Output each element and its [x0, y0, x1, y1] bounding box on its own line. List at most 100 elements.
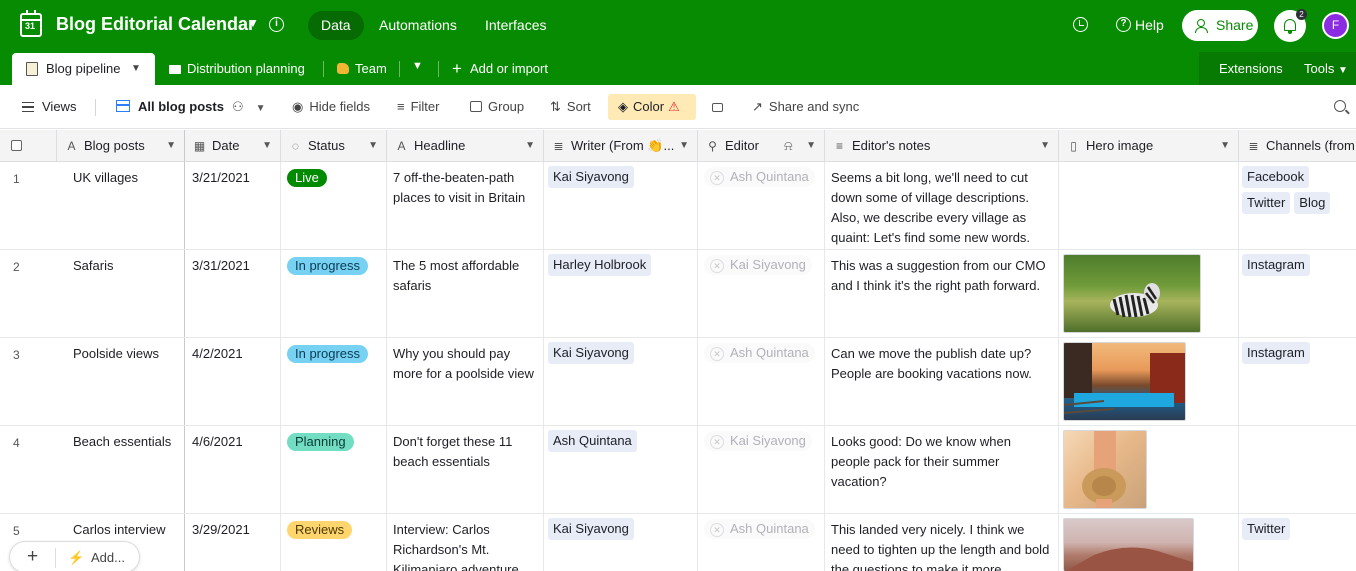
cell-channels[interactable]: Facebook Twitter Blog: [1242, 166, 1356, 218]
cell-editors-notes[interactable]: This was a suggestion from our CMO and I…: [831, 256, 1053, 336]
column-header-status[interactable]: ◌ Status ▼: [281, 130, 387, 162]
cell-editor[interactable]: ✕ Ash Quintana: [704, 167, 815, 187]
history-icon[interactable]: [1073, 17, 1088, 32]
cell-writer[interactable]: Kai Siyavong: [548, 342, 638, 368]
filter-button[interactable]: ≡ Filter: [397, 85, 439, 129]
cell-editors-notes[interactable]: Looks good: Do we know when people pack …: [831, 432, 1053, 512]
share-sync-button[interactable]: ↗ Share and sync: [752, 85, 859, 129]
cell-date[interactable]: 3/31/2021: [192, 256, 250, 276]
add-button[interactable]: Add...: [91, 550, 125, 565]
chevron-down-icon[interactable]: ▼: [247, 16, 259, 30]
chevron-down-icon[interactable]: ▼: [1040, 130, 1050, 161]
tab-blog-pipeline[interactable]: Blog pipeline ▼: [12, 53, 155, 85]
chevron-down-icon[interactable]: ▼: [262, 130, 272, 161]
tools-button[interactable]: Tools ▼: [1304, 52, 1348, 85]
chevron-down-icon[interactable]: ▼: [166, 130, 176, 161]
cell-date[interactable]: 3/29/2021: [192, 520, 250, 540]
cell-status[interactable]: Live: [287, 168, 327, 188]
nav-automations[interactable]: Automations: [366, 11, 470, 40]
cell-writer[interactable]: Harley Holbrook: [548, 254, 655, 280]
hero-image-thumbnail[interactable]: [1063, 430, 1147, 509]
tab-divider: [399, 61, 400, 77]
chevron-down-icon[interactable]: ▼: [679, 130, 689, 161]
tab-distribution-planning[interactable]: Distribution planning: [169, 52, 305, 85]
help-icon[interactable]: ?: [1116, 17, 1131, 32]
info-icon[interactable]: i: [269, 17, 284, 32]
status-badge: Live: [287, 169, 327, 187]
cell-channels[interactable]: Instagram: [1242, 342, 1356, 368]
extensions-button[interactable]: Extensions: [1219, 52, 1283, 85]
cell-editor[interactable]: ✕ Ash Quintana: [704, 343, 815, 363]
cell-channels[interactable]: Twitter: [1242, 518, 1356, 544]
cell-blog-post[interactable]: Poolside views: [73, 344, 181, 364]
cell-date[interactable]: 4/6/2021: [192, 432, 243, 452]
group-button[interactable]: Group: [470, 85, 524, 129]
hide-fields-button[interactable]: ◉ Hide fields: [292, 85, 370, 129]
help-link[interactable]: Help: [1135, 17, 1164, 33]
sort-button[interactable]: ⇅ Sort: [550, 85, 591, 129]
cell-channels[interactable]: Instagram: [1242, 254, 1356, 280]
cell-editor[interactable]: ✕ Kai Siyavong: [704, 431, 812, 451]
chevron-down-icon[interactable]: ▼: [412, 60, 423, 72]
hero-image-thumbnail[interactable]: [1063, 518, 1194, 571]
cell-blog-post[interactable]: Carlos interview: [73, 520, 181, 540]
cell-writer[interactable]: Ash Quintana: [548, 430, 641, 456]
cell-editors-notes[interactable]: Can we move the publish date up? People …: [831, 344, 1053, 424]
chevron-down-icon[interactable]: ▼: [131, 53, 141, 85]
cell-headline[interactable]: 7 off-the-beaten-path places to visit in…: [393, 168, 539, 248]
cell-status[interactable]: In progress: [287, 256, 369, 276]
cell-date[interactable]: 4/2/2021: [192, 344, 243, 364]
select-all-checkbox[interactable]: [11, 140, 22, 151]
cell-headline[interactable]: The 5 most affordable safaris: [393, 256, 539, 336]
color-button[interactable]: ◈ Color ⚠: [618, 85, 680, 129]
chevron-down-icon[interactable]: ▼: [806, 130, 816, 161]
tab-team[interactable]: Team: [337, 52, 387, 85]
search-icon[interactable]: [1334, 100, 1346, 112]
cell-headline[interactable]: Why you should pay more for a poolside v…: [393, 344, 539, 424]
cell-writer[interactable]: Kai Siyavong: [548, 166, 638, 192]
chevron-down-icon[interactable]: ▼: [368, 130, 378, 161]
nav-data[interactable]: Data: [308, 11, 364, 40]
column-header-date[interactable]: ▦ Date ▼: [185, 130, 281, 162]
plus-icon[interactable]: +: [27, 546, 38, 568]
cell-status[interactable]: In progress: [287, 344, 369, 364]
linked-record-chip: Kai Siyavong: [548, 342, 634, 364]
cell-status[interactable]: Planning: [287, 432, 354, 452]
column-header-editor[interactable]: ⚲ Editor ⍾ ▼: [698, 130, 825, 162]
row-height-button[interactable]: [712, 85, 729, 129]
calendar-icon[interactable]: 31: [20, 10, 42, 37]
editor-name: Ash Quintana: [730, 521, 809, 536]
sort-label: Sort: [566, 99, 591, 114]
column-header-editors-notes[interactable]: ≡ Editor's notes ▼: [825, 130, 1059, 162]
user-avatar[interactable]: F: [1322, 12, 1349, 39]
share-button[interactable]: Share: [1182, 10, 1258, 41]
hero-image-thumbnail[interactable]: [1063, 254, 1201, 333]
nav-interfaces[interactable]: Interfaces: [472, 11, 559, 40]
add-or-import-button[interactable]: + Add or import: [452, 52, 548, 85]
hero-image-thumbnail[interactable]: [1063, 342, 1186, 421]
column-header-hero-image[interactable]: ▯ Hero image ▼: [1059, 130, 1239, 162]
cell-editors-notes[interactable]: Seems a bit long, we'll need to cut down…: [831, 168, 1053, 248]
cell-editor[interactable]: ✕ Ash Quintana: [704, 519, 815, 539]
cell-status[interactable]: Reviews: [287, 520, 353, 540]
cell-headline[interactable]: Don't forget these 11 beach essentials: [393, 432, 539, 512]
views-button[interactable]: Views: [22, 85, 76, 129]
cell-blog-post[interactable]: UK villages: [73, 168, 181, 188]
cell-date[interactable]: 3/21/2021: [192, 168, 250, 188]
cell-editors-notes[interactable]: This landed very nicely. I think we need…: [831, 520, 1053, 571]
column-header-blog-posts[interactable]: A Blog posts ▼: [57, 130, 185, 162]
cell-writer[interactable]: Kai Siyavong: [548, 518, 638, 544]
column-header-channels[interactable]: ≣ Channels (from: [1239, 130, 1356, 162]
column-header-writer[interactable]: ≣ Writer (From 👏... ▼: [544, 130, 698, 162]
chevron-down-icon[interactable]: ▼: [1220, 130, 1230, 161]
base-title[interactable]: Blog Editorial Calendar: [56, 14, 255, 35]
share-sync-label: Share and sync: [768, 99, 860, 114]
cell-headline[interactable]: Interview: Carlos Richardson's Mt. Kilim…: [393, 520, 539, 571]
view-switcher[interactable]: All blog posts ⚇ ▼: [116, 85, 266, 129]
column-header-headline[interactable]: A Headline ▼: [387, 130, 544, 162]
cell-blog-post[interactable]: Safaris: [73, 256, 181, 276]
cell-blog-post[interactable]: Beach essentials: [73, 432, 181, 452]
magic-wand-icon[interactable]: ⚡: [68, 550, 84, 566]
cell-editor[interactable]: ✕ Kai Siyavong: [704, 255, 812, 275]
chevron-down-icon[interactable]: ▼: [525, 130, 535, 161]
